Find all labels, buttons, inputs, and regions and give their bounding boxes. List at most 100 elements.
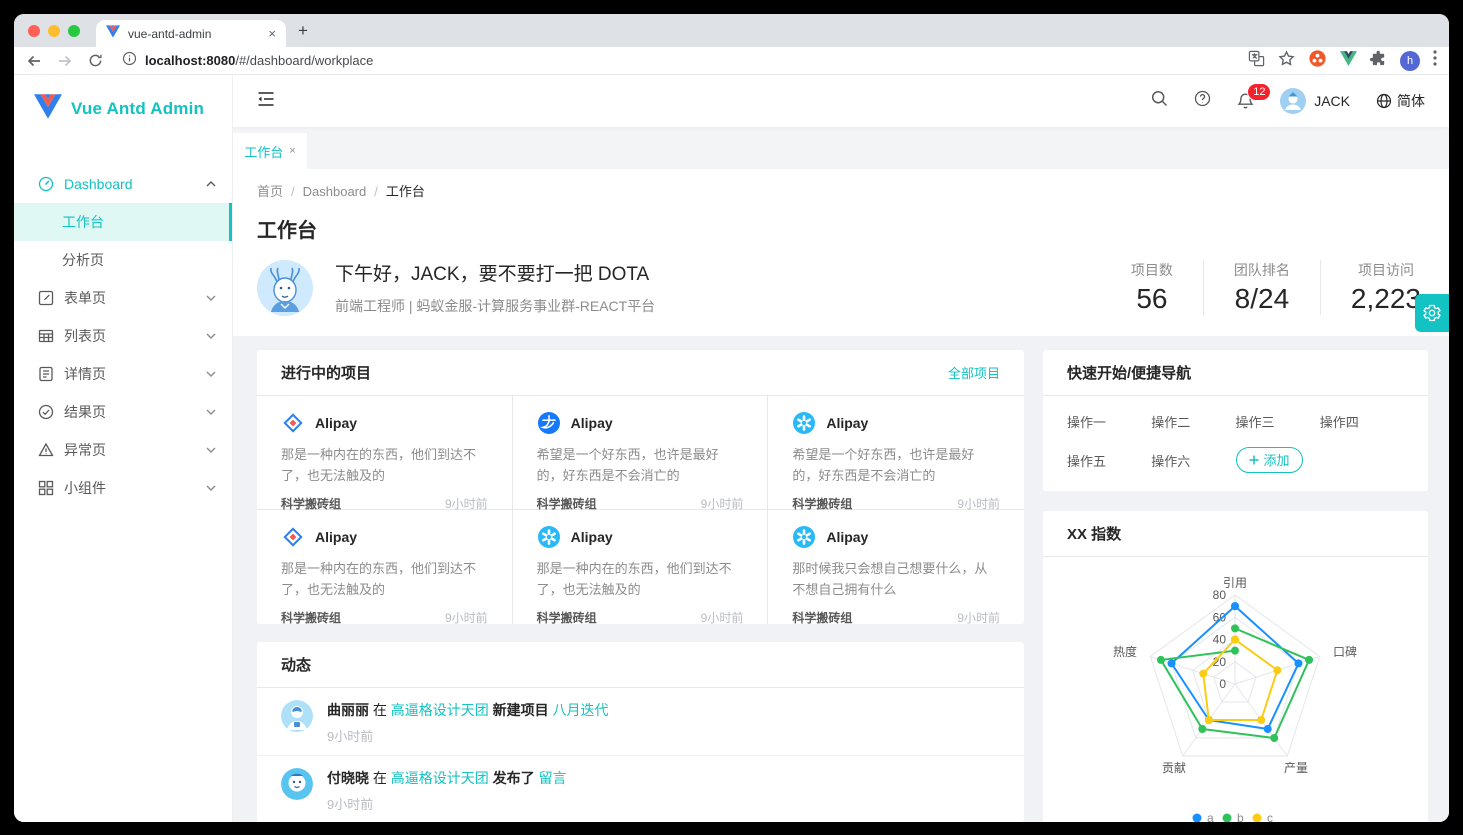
project-desc: 希望是一个好东西，也许是最好的，好东西是不会消亡的: [792, 444, 1000, 486]
form-icon: [38, 290, 54, 306]
chevron-up-icon: [206, 181, 216, 187]
quick-link-3[interactable]: 操作三: [1236, 412, 1320, 431]
browser-profile-avatar[interactable]: h: [1400, 51, 1420, 71]
page-title: 工作台: [257, 214, 1425, 243]
sidebar-item-form[interactable]: 表单页: [14, 279, 232, 317]
activity-team-link[interactable]: 高逼格设计天团: [391, 770, 489, 786]
activity-item: 付晓晓 在 高逼格设计天团 发布了 留言 9小时前: [257, 756, 1024, 822]
quick-start-card: 快速开始/便捷导航 操作一 操作二 操作三 操作四 操作五 操作六 添加: [1043, 350, 1428, 491]
quick-link-1[interactable]: 操作一: [1067, 412, 1151, 431]
svg-text:产量: 产量: [1284, 761, 1308, 775]
flower-logo-icon: [792, 411, 816, 435]
plus-icon: [1249, 455, 1259, 465]
user-menu[interactable]: JACK: [1280, 88, 1350, 114]
flower-logo-icon: [537, 525, 561, 549]
project-group[interactable]: 科学搬砖组: [792, 609, 852, 626]
sidebar-item-label: Dashboard: [64, 176, 206, 192]
language-label: 简体: [1397, 91, 1425, 111]
flower-logo-icon: [792, 525, 816, 549]
activity-team-link[interactable]: 高逼格设计天团: [391, 702, 489, 718]
project-card[interactable]: Alipay 那是一种内在的东西，他们到达不了，也无法触及的 科学搬砖组9小时前: [513, 510, 769, 624]
quick-start-title: 快速开始/便捷导航: [1067, 362, 1191, 383]
sidebar-item-exception[interactable]: 异常页: [14, 431, 232, 469]
project-name: Alipay: [571, 415, 613, 431]
breadcrumb-separator: /: [291, 184, 295, 199]
toolbar-extensions: h: [1248, 49, 1437, 73]
site-info-icon[interactable]: [122, 51, 137, 71]
page-tabs: 工作台 ×: [233, 127, 1449, 169]
extensions-puzzle-icon[interactable]: [1370, 50, 1387, 72]
notification-bell[interactable]: 12: [1237, 92, 1254, 110]
sidebar-item-widget[interactable]: 小组件: [14, 469, 232, 507]
page-tab-close-icon[interactable]: ×: [289, 145, 295, 157]
notification-badge: 12: [1247, 83, 1271, 101]
zoom-window-button[interactable]: [68, 25, 80, 37]
greeting-text: 下午好，JACK，要不要打一把 DOTA: [335, 259, 655, 286]
activity-action: 发布了: [493, 770, 535, 786]
tab-close-icon[interactable]: ×: [268, 26, 276, 41]
page-header: 首页/Dashboard/工作台 工作台 下午好，JACK，要不要打一把 DOT…: [233, 169, 1449, 336]
forward-icon[interactable]: [57, 53, 73, 69]
breadcrumb-home[interactable]: 首页: [257, 184, 283, 199]
project-desc: 希望是一个好东西，也许是最好的，好东西是不会消亡的: [537, 444, 744, 486]
project-card[interactable]: Alipay 希望是一个好东西，也许是最好的，好东西是不会消亡的 科学搬砖组9小…: [768, 396, 1024, 510]
translate-icon[interactable]: [1248, 50, 1265, 72]
back-icon[interactable]: [26, 53, 42, 69]
project-group[interactable]: 科学搬砖组: [537, 609, 597, 626]
breadcrumb-current: 工作台: [386, 184, 425, 199]
new-tab-button[interactable]: +: [298, 22, 308, 39]
app-logo[interactable]: Vue Antd Admin: [14, 83, 232, 135]
project-name: Alipay: [571, 529, 613, 545]
browser-menu-icon[interactable]: [1433, 50, 1437, 71]
project-desc: 那是一种内在的东西，他们到达不了，也无法触及的: [281, 558, 488, 600]
activity-time: 9小时前: [327, 794, 567, 813]
sidebar-item-analysis[interactable]: 分析页: [14, 241, 232, 279]
project-group[interactable]: 科学搬砖组: [281, 609, 341, 626]
sidebar-item-detail[interactable]: 详情页: [14, 355, 232, 393]
help-icon[interactable]: [1194, 90, 1211, 112]
activity-user[interactable]: 曲丽丽: [327, 702, 369, 718]
user-name: JACK: [1314, 93, 1350, 109]
reload-icon[interactable]: [88, 53, 103, 68]
project-name: Alipay: [826, 529, 868, 545]
breadcrumb-section[interactable]: Dashboard: [303, 184, 367, 199]
svg-text:b: b: [1237, 811, 1244, 822]
sidebar-item-workplace[interactable]: 工作台: [14, 203, 232, 241]
quick-link-4[interactable]: 操作四: [1320, 412, 1404, 431]
activity-prep: 在: [373, 770, 387, 786]
activity-target-link[interactable]: 八月迭代: [553, 702, 609, 718]
add-button[interactable]: 添加: [1236, 447, 1303, 473]
language-switch[interactable]: 简体: [1376, 91, 1425, 111]
widgets-icon: [38, 480, 54, 496]
sidebar-item-result[interactable]: 结果页: [14, 393, 232, 431]
sidebar-item-label: 小组件: [64, 478, 206, 498]
quick-link-2[interactable]: 操作二: [1151, 412, 1235, 431]
add-button-label: 添加: [1264, 450, 1290, 469]
minimize-window-button[interactable]: [48, 25, 60, 37]
project-card[interactable]: Alipay 那时候我只会想自己想要什么，从不想自己拥有什么 科学搬砖组9小时前: [768, 510, 1024, 624]
menu-fold-icon[interactable]: [257, 91, 275, 112]
project-card[interactable]: Alipay 那是一种内在的东西，他们到达不了，也无法触及的 科学搬砖组9小时前: [257, 510, 513, 624]
sidebar-item-dashboard[interactable]: Dashboard: [14, 165, 232, 203]
project-card[interactable]: Alipay 希望是一个好东西，也许是最好的，好东西是不会消亡的 科学搬砖组9小…: [513, 396, 769, 510]
quick-link-5[interactable]: 操作五: [1067, 451, 1151, 470]
bookmark-star-icon[interactable]: [1278, 50, 1295, 72]
browser-tab[interactable]: vue-antd-admin ×: [96, 20, 286, 47]
gear-icon: [1422, 303, 1442, 323]
page-tab-workplace[interactable]: 工作台 ×: [233, 133, 307, 169]
project-name: Alipay: [315, 415, 357, 431]
close-window-button[interactable]: [28, 25, 40, 37]
activity-target-link[interactable]: 留言: [539, 770, 567, 786]
search-icon[interactable]: [1151, 90, 1168, 112]
vue-devtools-icon[interactable]: [1340, 51, 1357, 71]
settings-button[interactable]: [1415, 294, 1449, 332]
quick-link-6[interactable]: 操作六: [1151, 451, 1235, 470]
sidebar-item-list[interactable]: 列表页: [14, 317, 232, 355]
all-projects-link[interactable]: 全部项目: [948, 363, 1000, 382]
address-bar[interactable]: localhost:8080/#/dashboard/workplace: [122, 51, 1233, 71]
project-card[interactable]: Alipay 那是一种内在的东西，他们到达不了，也无法触及的 科学搬砖组9小时前: [257, 396, 513, 510]
activity-user[interactable]: 付晓晓: [327, 770, 369, 786]
stat-value: 2,223: [1351, 283, 1421, 315]
extension-recorder-icon[interactable]: [1308, 49, 1327, 73]
greeting-subtitle: 前端工程师 | 蚂蚁金服-计算服务事业群-REACT平台: [335, 296, 655, 316]
